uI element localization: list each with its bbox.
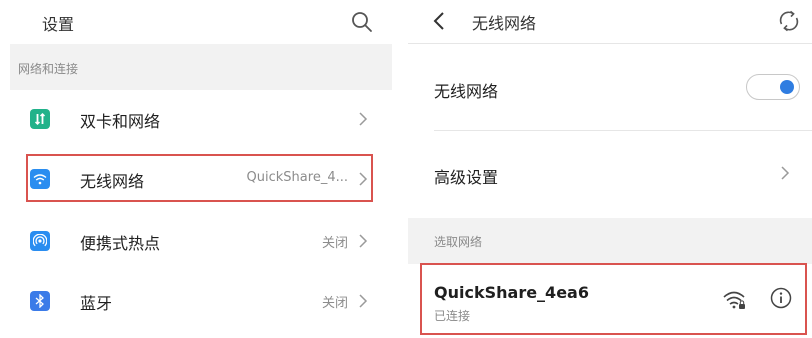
chevron-right-icon (359, 112, 368, 126)
settings-item-bluetooth[interactable]: 蓝牙 关闭 (10, 272, 392, 330)
chevron-right-icon (359, 234, 368, 248)
chevron-right-icon (781, 166, 790, 180)
settings-item-value: 关闭 (321, 236, 348, 251)
settings-item-value: 关闭 (321, 296, 348, 311)
back-arrow-icon[interactable] (432, 10, 446, 32)
wifi-toggle[interactable] (746, 74, 800, 100)
settings-title: 设置 (42, 15, 75, 34)
dual-sim-icon (30, 109, 50, 129)
toggle-knob (780, 80, 794, 94)
settings-header: 设置 (0, 0, 392, 44)
header-divider (408, 43, 812, 44)
settings-item-label: 蓝牙 (80, 294, 113, 313)
settings-panel: 设置 网络和连接 双卡和网络 无线网络 QuickShare_4... 便携式热… (0, 0, 392, 338)
highlight-box-wifi (26, 154, 373, 202)
settings-item-label: 双卡和网络 (80, 112, 161, 131)
section-header-choose-network: 选取网络 (408, 218, 812, 264)
search-icon[interactable] (350, 10, 374, 34)
section-header-network: 网络和连接 (10, 44, 392, 90)
chevron-right-icon (359, 294, 368, 308)
row-divider (434, 130, 812, 131)
advanced-settings-label: 高级设置 (434, 168, 499, 187)
wifi-toggle-label: 无线网络 (434, 82, 499, 101)
refresh-icon[interactable] (776, 8, 802, 34)
wifi-header: 无线网络 (408, 0, 812, 44)
section-label: 选取网络 (434, 235, 483, 249)
settings-item-hotspot[interactable]: 便携式热点 关闭 (10, 212, 392, 270)
settings-item-label: 便携式热点 (80, 234, 161, 253)
bluetooth-icon (30, 291, 50, 311)
settings-item-dual-sim[interactable]: 双卡和网络 (10, 90, 392, 148)
section-label: 网络和连接 (18, 62, 79, 76)
hotspot-icon (30, 231, 50, 251)
wifi-title: 无线网络 (472, 14, 537, 33)
highlight-box-network (420, 263, 807, 335)
wifi-panel: 无线网络 无线网络 高级设置 选取网络 QuickShare_4ea6 已连接 (408, 0, 812, 338)
